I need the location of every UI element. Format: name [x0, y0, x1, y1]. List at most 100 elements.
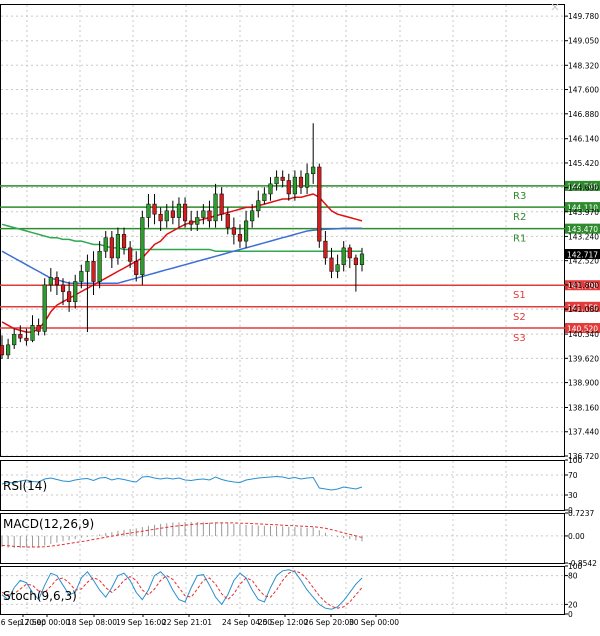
time-tick-label: 22 Sep 21:01: [162, 618, 212, 627]
candle-bearish: [128, 247, 133, 262]
price-tick-label: 146.880: [568, 110, 599, 119]
candle-bullish: [341, 247, 346, 265]
price-tick-label: 149.780: [568, 12, 599, 21]
candle-bullish: [97, 250, 102, 282]
chart-svg: R3144.740R2144.110R1143.470S1141.790S214…: [0, 0, 600, 632]
candle-bullish: [250, 210, 255, 222]
stoch-tick-label: 100: [568, 562, 583, 571]
candle-bearish: [317, 166, 322, 242]
current-price-label: 142.717: [567, 251, 598, 260]
time-tick-label: 18 Sep 08:00: [67, 618, 117, 627]
candle-bullish: [201, 210, 206, 218]
rsi-title: RSI(14): [3, 479, 47, 493]
time-tick-label: 26 Sep 20:00: [304, 618, 354, 627]
candle-bearish: [207, 210, 212, 222]
candle-bearish: [347, 247, 352, 259]
time-tick-label: 30 Sep 00:00: [349, 618, 399, 627]
candle-bearish: [280, 176, 285, 181]
candle-bearish: [18, 334, 23, 339]
candle-bullish: [115, 234, 121, 259]
level-label-s1: S1: [513, 290, 526, 301]
level-label-r1: R1: [513, 234, 526, 245]
candle-bearish: [189, 220, 194, 225]
price-tick-label: 148.320: [568, 61, 599, 70]
candle-bearish: [323, 240, 328, 259]
price-tick-label: 147.600: [568, 86, 599, 95]
price-tick-label: 143.970: [568, 208, 599, 217]
candle-bearish: [237, 234, 243, 242]
candle-bullish: [6, 344, 11, 356]
candle-bearish: [353, 257, 358, 265]
price-tick-label: 138.160: [568, 403, 599, 412]
candle-bearish: [329, 257, 334, 272]
price-tick-label: 149.050: [568, 37, 599, 46]
macd-title: MACD(12,26,9): [3, 517, 94, 531]
price-tick-label: 140.340: [568, 330, 599, 339]
candle-bullish: [73, 281, 78, 302]
candle-bearish: [158, 213, 163, 222]
candle-bullish: [195, 217, 200, 225]
candle-bullish: [335, 264, 340, 272]
stoch-tick-label: 20: [568, 600, 578, 609]
price-tick-label: 143.240: [568, 232, 599, 241]
candle-bullish: [164, 210, 169, 222]
candle-bullish: [213, 193, 218, 222]
price-tick-label: 145.420: [568, 159, 599, 168]
candle-bearish: [36, 325, 41, 332]
macd-tick-label: 0.7237: [568, 509, 594, 518]
candle-bearish: [298, 176, 304, 188]
candle-bearish: [286, 180, 291, 195]
candle-bearish: [231, 227, 236, 235]
rsi-tick-label: 100: [568, 456, 583, 465]
stoch-tick-label: 0: [568, 610, 573, 619]
price-tick-label: 137.440: [568, 428, 599, 437]
price-tick-label: 139.620: [568, 354, 599, 363]
candle-bearish: [121, 234, 127, 249]
candle-bearish: [170, 210, 175, 218]
candle-bullish: [359, 253, 365, 265]
candle-bullish: [292, 176, 297, 195]
level-label-s2: S2: [513, 312, 526, 323]
candle-bearish: [225, 213, 230, 228]
candle-bearish: [54, 277, 59, 286]
price-tick-label: 144.690: [568, 184, 599, 193]
chart-window: R3 144.740 R2 144.110 R1 143.470 S1 141.790 S2 14…: [0, 0, 600, 632]
candle-bullish: [48, 277, 53, 286]
candle-bullish: [103, 237, 108, 252]
level-label-s3: S3: [513, 333, 526, 344]
candle-bearish: [219, 193, 224, 215]
candle-bearish: [134, 261, 139, 276]
candle-bullish: [12, 334, 17, 346]
candle-bullish: [305, 173, 310, 188]
candle-bearish: [91, 261, 96, 282]
candle-bullish: [176, 203, 182, 218]
candle-bearish: [109, 237, 114, 259]
price-tick-label: 141.800: [568, 281, 599, 290]
stoch-tick-label: 80: [568, 572, 578, 581]
candle-bullish: [140, 217, 145, 276]
level-label-r2: R2: [513, 212, 526, 223]
time-tick-label: 19 Sep 16:00: [116, 618, 166, 627]
candle-bearish: [60, 284, 66, 292]
macd-tick-label: 0.00: [568, 532, 585, 541]
time-tick-label: 25 Sep 12:00: [258, 618, 308, 627]
candle-bullish: [30, 325, 35, 341]
candle-bullish: [262, 193, 267, 201]
price-tick-label: 146.140: [568, 135, 599, 144]
level-label-r3: R3: [513, 191, 526, 202]
candle-bullish: [311, 166, 316, 175]
stoch-title: Stoch(9,6,3): [3, 589, 77, 603]
candle-bullish: [268, 183, 273, 195]
candle-bullish: [79, 271, 84, 282]
candle-bullish: [256, 200, 261, 212]
candle-bearish: [67, 291, 72, 302]
candle-bullish: [243, 220, 249, 242]
candle-bullish: [85, 261, 90, 272]
price-tick-label: 138.900: [568, 379, 599, 388]
candle-bullish: [42, 284, 47, 332]
rsi-tick-label: 70: [568, 471, 578, 480]
candle-bullish: [146, 203, 151, 218]
time-tick-label: 17 Sep 00:00: [20, 618, 70, 627]
rsi-tick-label: 30: [568, 491, 578, 500]
candle-bearish: [152, 203, 157, 215]
